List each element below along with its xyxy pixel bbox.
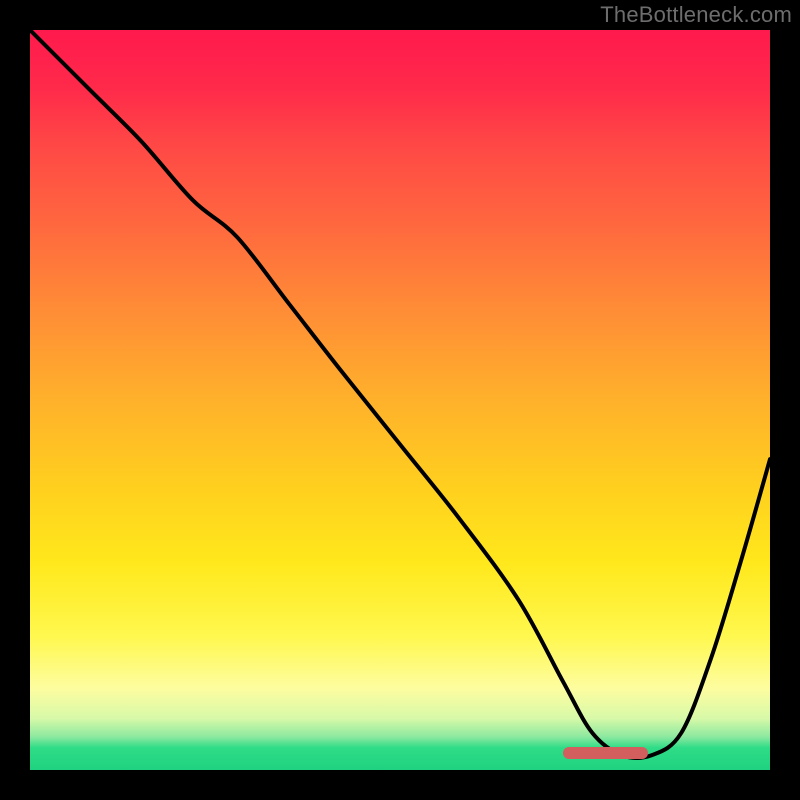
bottleneck-curve bbox=[30, 30, 770, 770]
watermark-text: TheBottleneck.com bbox=[600, 2, 792, 28]
plot-area bbox=[30, 30, 770, 770]
curve-path bbox=[30, 30, 770, 758]
chart-frame: TheBottleneck.com bbox=[0, 0, 800, 800]
optimal-range-marker bbox=[563, 747, 648, 759]
